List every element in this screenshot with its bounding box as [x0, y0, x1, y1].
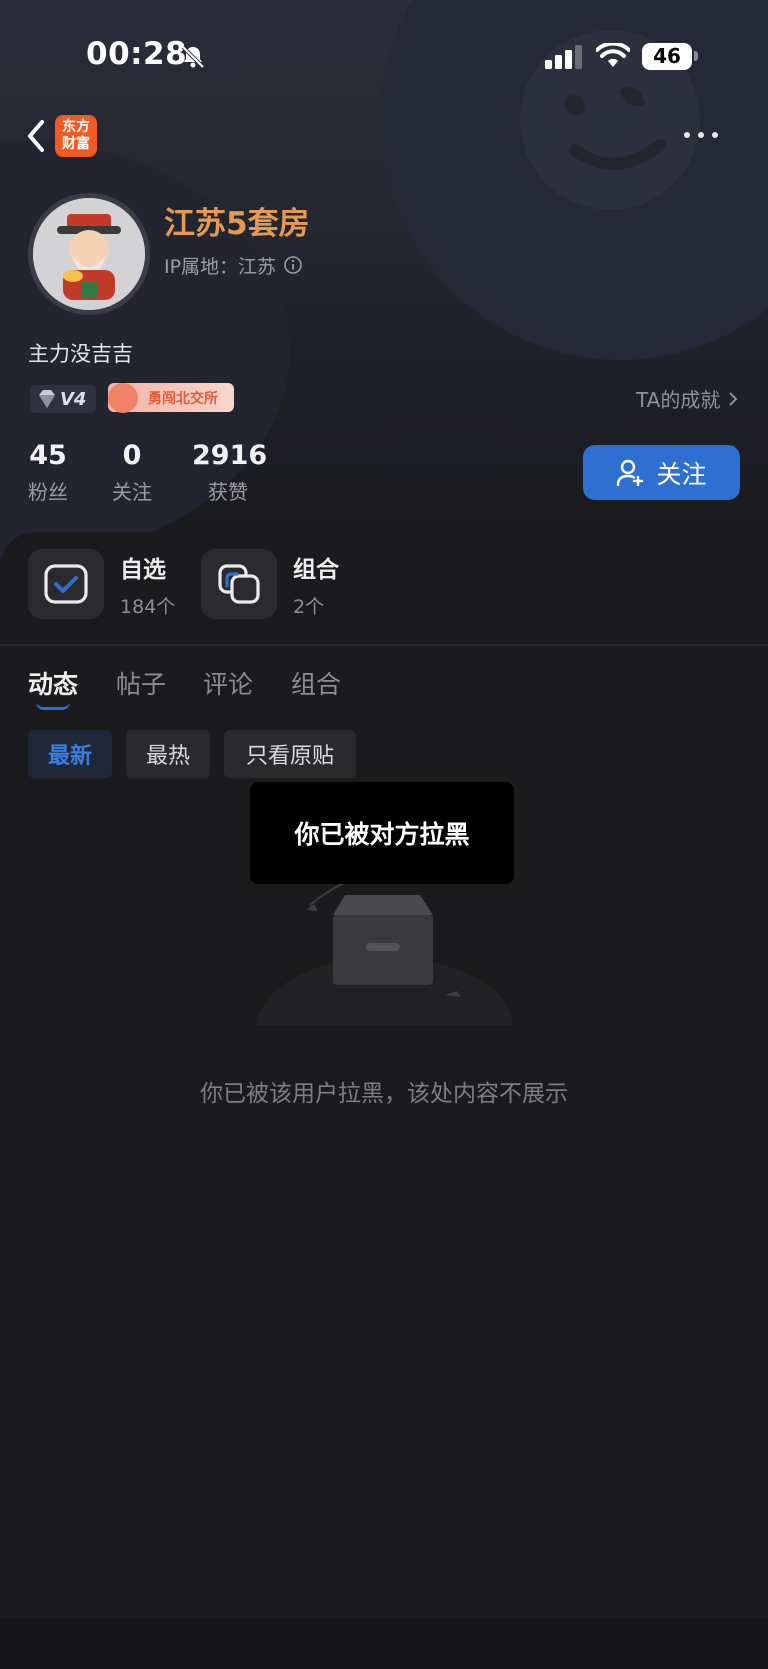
shortcut-subtitle: 184个 — [120, 595, 176, 618]
empty-state-message: 你已被该用户拉黑，该处内容不展示 — [200, 1081, 568, 1107]
follow-button-label: 关注 — [656, 459, 707, 489]
shortcut-title: 自选 — [120, 556, 166, 583]
battery-tip — [694, 51, 698, 61]
active-tab-indicator — [36, 702, 70, 710]
tab-posts[interactable]: 帖子 — [116, 665, 166, 701]
battery-level: 46 — [642, 43, 692, 70]
watchlist-icon — [28, 549, 104, 619]
shortcut-title: 组合 — [293, 556, 339, 583]
tab-portfolios[interactable]: 组合 — [291, 665, 341, 701]
section-divider — [0, 644, 768, 646]
stat-value: 2916 — [192, 440, 268, 471]
filter-hottest[interactable]: 最热 — [126, 730, 210, 778]
stat-likes[interactable]: 2916 获赞 — [192, 440, 268, 505]
filter-original-only[interactable]: 只看原贴 — [224, 730, 356, 778]
stat-followers[interactable]: 45 粉丝 — [28, 440, 68, 505]
diamond-icon — [39, 390, 55, 408]
follow-button[interactable]: 关注 — [583, 445, 740, 500]
chevron-right-icon — [729, 391, 738, 406]
portfolio-icon — [201, 549, 277, 619]
username: 江苏5套房 — [164, 206, 310, 242]
medal-icon — [108, 382, 138, 413]
toast-message: 你已被对方拉黑 — [250, 782, 514, 884]
level-badge-label: V4 — [60, 388, 87, 410]
stat-value: 45 — [29, 440, 67, 471]
stat-label: 获赞 — [208, 480, 248, 504]
achievement-link-label: TA的成就 — [636, 388, 721, 412]
more-dot-icon — [698, 132, 704, 138]
portfolio-shortcut[interactable]: 组合 2个 — [201, 549, 339, 619]
back-button[interactable] — [20, 116, 56, 156]
filter-latest[interactable]: 最新 — [28, 730, 112, 778]
medal-badge[interactable]: 勇闯北交所 — [108, 382, 234, 413]
watchlist-shortcut[interactable]: 自选 184个 — [28, 549, 175, 619]
add-user-icon — [617, 459, 644, 486]
app-logo[interactable]: 东方 财富 — [55, 115, 97, 157]
tab-activity[interactable]: 动态 — [28, 665, 78, 701]
shortcut-subtitle: 2个 — [293, 595, 325, 618]
more-dot-icon — [712, 132, 718, 138]
more-options-button[interactable] — [684, 128, 724, 142]
avatar[interactable] — [28, 193, 150, 315]
ip-location: IP属地：江苏 — [164, 256, 277, 278]
bell-mute-icon — [180, 44, 206, 74]
stat-value: 0 — [122, 440, 142, 471]
app-logo-line1: 东方 — [62, 119, 90, 135]
achievement-link[interactable]: TA的成就 — [636, 384, 738, 413]
stat-following[interactable]: 0 关注 — [110, 440, 154, 505]
medal-badge-label: 勇闯北交所 — [148, 390, 218, 407]
status-time: 00:28 — [86, 36, 188, 72]
app-logo-line2: 财富 — [62, 136, 90, 152]
status-bar: 00:28 46 — [0, 0, 768, 112]
more-dot-icon — [684, 132, 690, 138]
stat-label: 关注 — [112, 480, 152, 504]
user-bio: 主力没吉吉 — [28, 342, 133, 366]
level-badge[interactable]: V4 — [30, 385, 96, 413]
wifi-icon — [595, 41, 631, 73]
stat-label: 粉丝 — [28, 480, 68, 504]
bottom-safe-area — [0, 1619, 768, 1669]
cellular-signal-icon — [545, 45, 585, 73]
info-icon[interactable] — [283, 255, 303, 279]
tab-comments[interactable]: 评论 — [203, 665, 253, 701]
